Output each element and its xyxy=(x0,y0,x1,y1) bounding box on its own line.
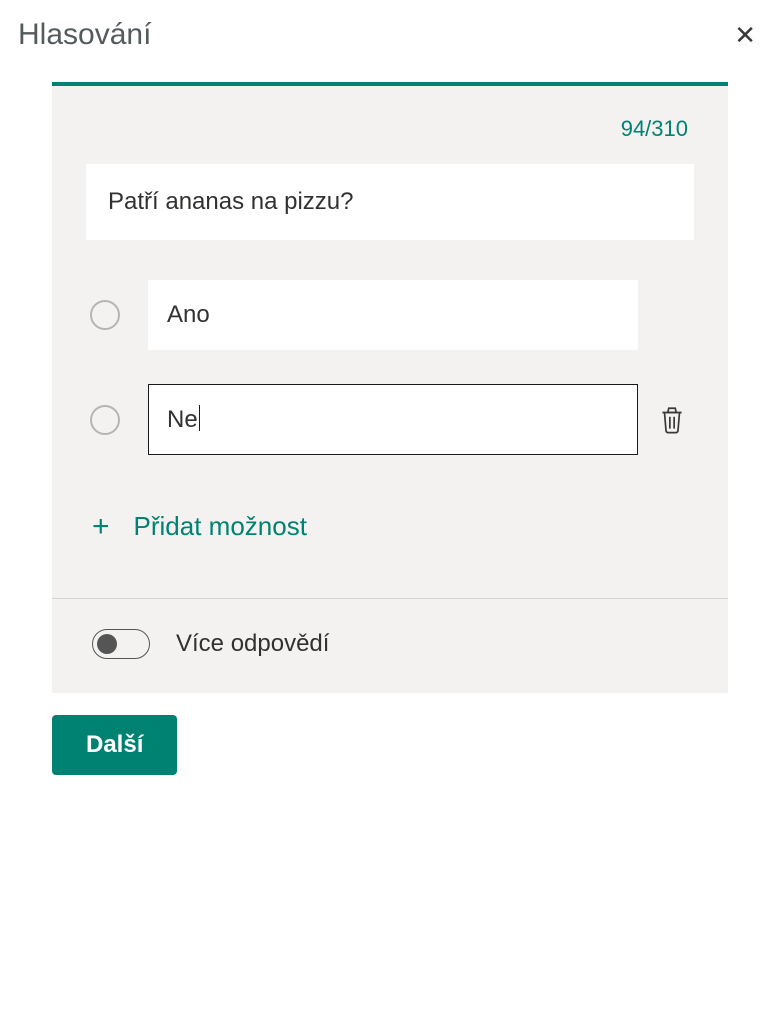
add-option-button[interactable]: + Přidat možnost xyxy=(86,489,694,568)
text-cursor xyxy=(199,405,200,431)
multi-answers-section: Více odpovědí xyxy=(52,599,728,693)
option-row: Ne xyxy=(90,384,694,455)
next-button[interactable]: Další xyxy=(52,715,177,775)
dialog-title: Hlasování xyxy=(18,18,151,52)
radio-icon[interactable] xyxy=(90,300,120,330)
multi-answers-row: Více odpovědí xyxy=(86,599,694,693)
option-input-2-text: Ne xyxy=(167,406,198,433)
multi-answers-toggle[interactable] xyxy=(92,629,150,659)
char-counter: 94/310 xyxy=(86,116,694,164)
trash-icon xyxy=(659,405,685,435)
dialog-footer: Další xyxy=(18,693,762,797)
option-row: Ano xyxy=(90,280,694,350)
poll-dialog: Hlasování ✕ 94/310 Patří ananas na pizzu… xyxy=(0,0,780,797)
poll-card: 94/310 Patří ananas na pizzu? Ano Ne xyxy=(52,82,728,693)
plus-icon: + xyxy=(92,512,110,542)
option-input-2[interactable]: Ne xyxy=(148,384,638,455)
poll-card-body: 94/310 Patří ananas na pizzu? Ano Ne xyxy=(52,86,728,598)
radio-icon[interactable] xyxy=(90,405,120,435)
multi-answers-label: Více odpovědí xyxy=(176,630,329,658)
options-list: Ano Ne xyxy=(86,280,694,455)
add-option-label: Přidat možnost xyxy=(134,511,307,542)
toggle-knob xyxy=(97,634,117,654)
dialog-header: Hlasování ✕ xyxy=(18,10,762,82)
close-icon[interactable]: ✕ xyxy=(728,18,762,52)
delete-option-button[interactable] xyxy=(650,405,694,435)
option-input-1[interactable]: Ano xyxy=(148,280,638,350)
question-input[interactable]: Patří ananas na pizzu? xyxy=(86,164,694,240)
